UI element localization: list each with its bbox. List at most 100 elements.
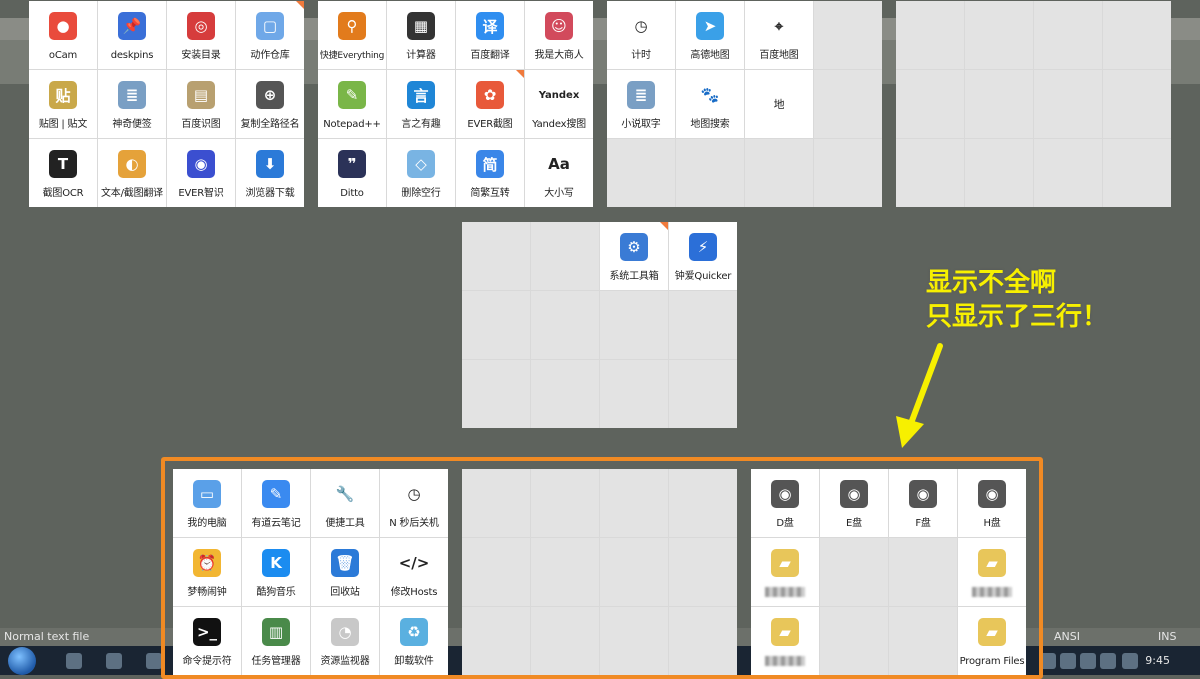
- action-button[interactable]: ⚡ 钟爱Quicker: [669, 222, 737, 290]
- action-button[interactable]: ◐ 文本/截图翻译: [98, 139, 166, 207]
- action-button[interactable]: Aa 大小写: [525, 139, 593, 207]
- action-button[interactable]: ⊕ 复制全路径名: [236, 70, 304, 138]
- empty-slot[interactable]: [1103, 139, 1171, 207]
- action-label: 动作仓库: [250, 50, 290, 61]
- action-button[interactable]: 🐾 地图搜索: [676, 70, 744, 138]
- action-button[interactable]: ≣ 神奇便签: [98, 70, 166, 138]
- action-button[interactable]: ▦ 计算器: [387, 1, 455, 69]
- action-button[interactable]: ⌖ 百度地图: [745, 1, 813, 69]
- tray-icon[interactable]: [1100, 653, 1116, 669]
- empty-slot[interactable]: [1034, 139, 1102, 207]
- action-button[interactable]: 贴贴图 | 贴文: [29, 70, 97, 138]
- empty-slot[interactable]: [1103, 70, 1171, 138]
- quicker-panel-2: ⚲ 快捷Everything ▦ 计算器 译百度翻译 ☺ 我是大商人 ✎ Notepad++ 言言…: [318, 1, 593, 207]
- empty-slot[interactable]: [965, 70, 1033, 138]
- empty-slot[interactable]: [531, 291, 599, 359]
- empty-slot[interactable]: [1034, 1, 1102, 69]
- status-insert-mode: INS: [1158, 630, 1177, 643]
- action-button[interactable]: 言言之有趣: [387, 70, 455, 138]
- tray-icon[interactable]: [1080, 653, 1096, 669]
- system-tools-icon: ⚙: [620, 233, 648, 261]
- action-label: 浏览器下载: [245, 188, 295, 199]
- action-button[interactable]: T 截图OCR: [29, 139, 97, 207]
- start-button[interactable]: [8, 647, 36, 675]
- empty-slot[interactable]: [531, 222, 599, 290]
- action-button[interactable]: 地: [745, 70, 813, 138]
- empty-slot[interactable]: [600, 360, 668, 428]
- tray-icon[interactable]: [1060, 653, 1076, 669]
- empty-slot[interactable]: [1103, 1, 1171, 69]
- annotation-arrow: [896, 343, 943, 448]
- empty-slot[interactable]: [531, 360, 599, 428]
- action-button[interactable]: ▤ 百度识图: [167, 70, 235, 138]
- empty-slot[interactable]: [745, 139, 813, 207]
- everything-icon: ⚲: [338, 12, 366, 40]
- submenu-corner-marker: [296, 1, 304, 9]
- action-button[interactable]: ⬇ 浏览器下载: [236, 139, 304, 207]
- taskbar-app-icon[interactable]: [146, 653, 162, 669]
- empty-slot[interactable]: [814, 139, 882, 207]
- action-label: Yandex搜图: [532, 119, 586, 130]
- action-label: 百度地图: [759, 50, 799, 61]
- empty-slot[interactable]: [965, 1, 1033, 69]
- quicker-panel-3: ◷ 计时 ➤ 高德地图 ⌖ 百度地图 ≣ 小说取字 🐾 地图搜索 地: [607, 1, 882, 207]
- empty-slot[interactable]: [896, 139, 964, 207]
- ditto-icon: ❞: [338, 150, 366, 178]
- action-button[interactable]: ● oCam: [29, 1, 97, 69]
- taskbar-app-icon[interactable]: [106, 653, 122, 669]
- action-button[interactable]: 简简繁互转: [456, 139, 524, 207]
- action-button[interactable]: ⚲ 快捷Everything: [318, 1, 386, 69]
- action-button[interactable]: ◇ 删除空行: [387, 139, 455, 207]
- taskbar-app-icon[interactable]: [66, 653, 82, 669]
- empty-slot[interactable]: [896, 1, 964, 69]
- amap-icon: ➤: [696, 12, 724, 40]
- action-label: 计时: [631, 50, 651, 61]
- action-button[interactable]: ✿ EVER截图: [456, 70, 524, 138]
- quicker-panel-center: ⚙ 系统工具箱 ⚡ 钟爱Quicker: [462, 222, 737, 428]
- empty-slot[interactable]: [462, 291, 530, 359]
- submenu-corner-marker: [516, 70, 524, 78]
- action-button[interactable]: Yandex Yandex搜图: [525, 70, 593, 138]
- empty-slot[interactable]: [462, 360, 530, 428]
- action-label: 复制全路径名: [240, 119, 300, 130]
- empty-slot[interactable]: [462, 222, 530, 290]
- action-label: EVER截图: [467, 119, 513, 130]
- empty-slot[interactable]: [896, 70, 964, 138]
- action-button[interactable]: ▢ 动作仓库: [236, 1, 304, 69]
- panel-grid: ⚲ 快捷Everything ▦ 计算器 译百度翻译 ☺ 我是大商人 ✎ Notepad++ 言言…: [318, 1, 593, 207]
- annotation-line-1: 显示不全啊: [926, 268, 1057, 298]
- empty-slot[interactable]: [600, 291, 668, 359]
- action-label: deskpins: [110, 50, 154, 61]
- empty-slot[interactable]: [676, 139, 744, 207]
- empty-slot[interactable]: [965, 139, 1033, 207]
- action-label: 百度翻译: [470, 50, 510, 61]
- action-button[interactable]: ≣ 小说取字: [607, 70, 675, 138]
- action-button[interactable]: ☺ 我是大商人: [525, 1, 593, 69]
- action-button[interactable]: ◎ 安装目录: [167, 1, 235, 69]
- action-button[interactable]: ✎ Notepad++: [318, 70, 386, 138]
- action-button[interactable]: ⚙ 系统工具箱: [600, 222, 668, 290]
- empty-slot[interactable]: [814, 70, 882, 138]
- action-label: 钟爱Quicker: [674, 271, 732, 282]
- status-file-type: Normal text file: [4, 630, 90, 643]
- merchant-icon: ☺: [545, 12, 573, 40]
- highlight-frame: [161, 457, 1043, 679]
- action-button[interactable]: ❞ Ditto: [318, 139, 386, 207]
- empty-slot[interactable]: [1034, 70, 1102, 138]
- quote-icon: 言: [407, 81, 435, 109]
- calculator-icon: ▦: [407, 12, 435, 40]
- yandex-icon: Yandex: [536, 81, 582, 109]
- empty-slot[interactable]: [669, 291, 737, 359]
- empty-slot[interactable]: [669, 360, 737, 428]
- action-button[interactable]: 译百度翻译: [456, 1, 524, 69]
- action-button[interactable]: ◷ 计时: [607, 1, 675, 69]
- empty-slot[interactable]: [607, 139, 675, 207]
- action-label: oCam: [48, 50, 78, 61]
- action-button[interactable]: 📌 deskpins: [98, 1, 166, 69]
- empty-slot[interactable]: [814, 1, 882, 69]
- volume-icon[interactable]: [1122, 653, 1138, 669]
- sticker-icon: 贴: [49, 81, 77, 109]
- action-label: EVER智识: [178, 188, 224, 199]
- action-button[interactable]: ◉ EVER智识: [167, 139, 235, 207]
- action-button[interactable]: ➤ 高德地图: [676, 1, 744, 69]
